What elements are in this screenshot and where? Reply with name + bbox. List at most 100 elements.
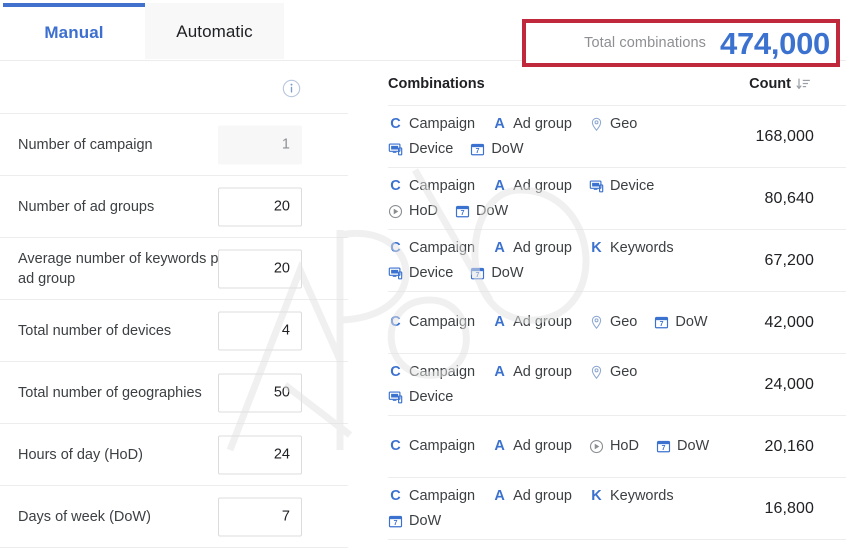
letter-a-icon-glyph: A [494,363,505,380]
combination-tag: 7 DoW [470,263,524,284]
tab-automatic[interactable]: Automatic [145,3,284,59]
calendar-icon: 7 [654,315,669,330]
table-row[interactable]: C Campaign A Ad group K Keywords Device 7 DoW 67,… [388,230,846,292]
combination-tag-label: Geo [609,115,638,132]
letter-c-icon: C [388,488,403,504]
letter-a-icon-glyph: A [494,314,505,330]
combinations-table: Combinations Count C Campaign A Ad group Geo… [388,62,846,556]
combination-tag: A Ad group [492,362,572,383]
combination-tag-label: Campaign [409,363,476,380]
letter-a-icon: A [492,363,507,380]
tab-manual[interactable]: Manual [3,3,145,59]
combination-tag-label: Campaign [409,438,476,454]
device-monitor-icon [388,266,403,281]
calendar-icon: 7 [455,204,470,219]
device-monitor-icon [589,179,604,194]
svg-text:7: 7 [461,209,465,216]
input-total-number-of-devices[interactable] [218,311,302,350]
form-row-number-of-campaign: Number of campaign [0,114,348,176]
letter-a-icon-glyph: A [494,115,505,132]
combination-count-value: 80,640 [764,189,814,207]
combination-tag-label: Ad group [513,487,572,504]
combination-tag-list: C Campaign A Ad group Device HoD 7 DoW [388,176,722,222]
map-pin-icon [589,315,604,330]
table-row[interactable]: C Campaign A Ad group K Keywords 7 DoW 16,800 [388,478,846,540]
combination-tag: 7 DoW [656,436,709,457]
combinations-calculator-app: Manual Automatic Total combinations 474,… [0,0,846,556]
combination-count-value: 42,000 [764,313,814,331]
combination-tag-label: DoW [491,140,524,157]
combination-tag: C Campaign [388,176,475,197]
table-row[interactable]: C Campaign A Ad group Device HoD 7 DoW 80,640 [388,168,846,230]
svg-text:7: 7 [394,519,398,526]
combination-tag: A Ad group [492,312,572,333]
combination-tag: Geo [589,312,637,333]
combination-tag: Device [388,387,453,408]
combination-tag: 7 DoW [470,139,524,160]
tab-automatic-label: Automatic [176,21,253,41]
combination-tag-list: C Campaign A Ad group Geo Device 7 DoW [388,114,722,160]
field-label: Average number of keywords per ad group [18,250,232,287]
combination-tag-label: Geo [609,314,638,330]
letter-c-icon-glyph: C [390,115,401,132]
calendar-icon: 7 [656,439,671,454]
clock-icon [388,204,403,219]
map-pin-icon [589,365,604,380]
field-label: Hours of day (HoD) [18,446,143,463]
combination-tag: Geo [589,362,637,383]
combination-tag: C Campaign [388,486,475,507]
column-header-count-label: Count [749,76,791,92]
column-header-count[interactable]: Count [749,76,811,92]
letter-a-icon: A [492,315,507,330]
field-label: Days of week (DoW) [18,508,151,525]
combination-tag-label: Device [409,140,454,157]
info-circle-icon[interactable] [282,79,301,98]
combination-tag-label: DoW [409,512,442,529]
input-total-number-of-geographies[interactable] [218,373,302,412]
combination-tag-list: C Campaign A Ad group Geo 7 DoW [388,312,722,333]
combination-tag: Device [589,176,654,197]
field-label: Total number of devices [18,322,172,339]
table-row[interactable]: C Campaign A Ad group Geo Device 24,000 [388,354,846,416]
svg-text:7: 7 [476,147,480,154]
combination-tag-label: Ad group [513,177,572,194]
input-days-of-week[interactable] [218,497,302,536]
letter-k-icon-glyph: K [591,487,602,504]
combination-tag: K Keywords [589,238,673,259]
letter-c-icon-glyph: C [390,314,401,330]
combination-tag: HoD [388,201,438,222]
table-row[interactable]: C Campaign A Ad group Geo Device 7 DoW 168,000 [388,106,846,168]
combination-tag-label: Ad group [513,363,572,380]
table-row[interactable]: C Campaign A Ad group HoD 7 DoW 20,160 [388,416,846,478]
combination-tag: A Ad group [492,486,572,507]
form-row-hours-of-day: Hours of day (HoD) [0,424,348,486]
combination-tag: HoD [589,436,639,457]
letter-c-icon: C [388,364,403,380]
input-number-of-ad-groups[interactable] [218,187,302,226]
svg-text:7: 7 [476,271,480,278]
combination-tag-label: Ad group [513,239,572,256]
total-combinations-callout: Total combinations 474,000 [522,19,840,67]
sort-descending-icon[interactable] [796,77,811,92]
combination-tag-label: DoW [676,438,710,454]
letter-a-icon-glyph: A [494,487,505,504]
letter-a-icon-glyph: A [494,177,505,194]
combination-tag: C Campaign [388,114,475,135]
letter-c-icon: C [388,178,403,194]
table-body: C Campaign A Ad group Geo Device 7 DoW 168,000 C C… [388,106,846,540]
combination-tag: C Campaign [388,436,475,457]
input-avg-keywords-per-ad-group[interactable] [218,249,302,288]
svg-text:7: 7 [662,445,666,452]
table-row[interactable]: C Campaign A Ad group Geo 7 DoW 42,000 [388,292,846,354]
letter-k-icon: K [589,487,604,504]
combination-tag-label: Device [609,177,655,194]
combination-tag: 7 DoW [455,201,508,222]
letter-c-icon: C [388,315,403,330]
field-label: Number of ad groups [18,198,155,215]
calendar-icon: 7 [470,266,485,281]
input-number-of-campaign[interactable] [218,125,302,164]
combination-tag: K Keywords [589,486,673,507]
combination-tag: Device [388,139,453,160]
input-hours-of-day[interactable] [218,435,302,474]
calendar-icon: 7 [470,142,485,157]
